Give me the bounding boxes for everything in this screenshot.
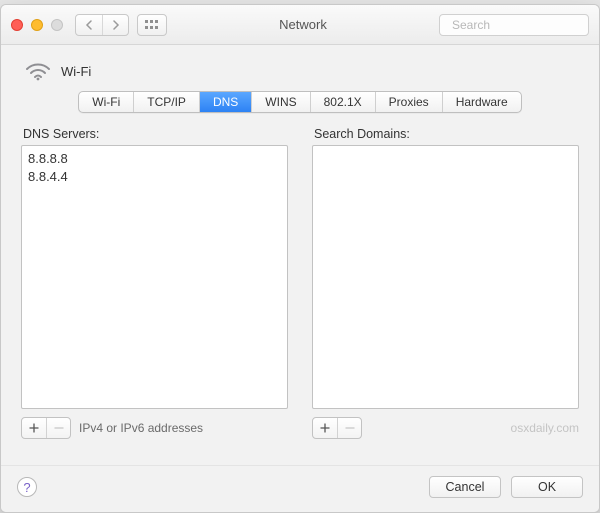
panels: DNS Servers: 8.8.8.88.8.4.4 IPv4 or IPv6… — [21, 127, 579, 439]
tab-wifi[interactable]: Wi-Fi — [79, 92, 134, 112]
sd-remove-button[interactable] — [337, 418, 361, 438]
tabbar: Wi-FiTCP/IPDNSWINS802.1XProxiesHardware — [21, 91, 579, 113]
help-button[interactable]: ? — [17, 477, 37, 497]
ok-button[interactable]: OK — [511, 476, 583, 498]
content: Wi-Fi Wi-FiTCP/IPDNSWINS802.1XProxiesHar… — [1, 45, 599, 453]
titlebar: Network — [1, 5, 599, 45]
tabs: Wi-FiTCP/IPDNSWINS802.1XProxiesHardware — [78, 91, 521, 113]
search-domains-panel: Search Domains: osxdaily.com — [312, 127, 579, 439]
tab-dns[interactable]: DNS — [200, 92, 252, 112]
sd-add-button[interactable] — [313, 418, 337, 438]
nav-forward-button[interactable] — [102, 15, 128, 35]
show-all-button[interactable] — [137, 14, 167, 36]
dns-remove-button[interactable] — [46, 418, 70, 438]
tab-proxies[interactable]: Proxies — [376, 92, 443, 112]
window-title: Network — [175, 17, 431, 32]
search-input[interactable] — [450, 17, 600, 33]
tab-8021x[interactable]: 802.1X — [311, 92, 376, 112]
dns-panel-footer: IPv4 or IPv6 addresses — [21, 417, 288, 439]
search-domains-list[interactable] — [312, 145, 579, 409]
minimize-icon[interactable] — [31, 19, 43, 31]
window-controls — [11, 19, 63, 31]
minus-icon — [345, 423, 355, 433]
minus-icon — [54, 423, 64, 433]
list-item[interactable]: 8.8.8.8 — [28, 150, 281, 168]
chevron-right-icon — [112, 20, 120, 30]
dns-add-remove — [21, 417, 71, 439]
dns-servers-panel: DNS Servers: 8.8.8.88.8.4.4 IPv4 or IPv6… — [21, 127, 288, 439]
plus-icon — [29, 423, 39, 433]
sd-add-remove — [312, 417, 362, 439]
tab-hardware[interactable]: Hardware — [443, 92, 521, 112]
nav-back-forward — [75, 14, 129, 36]
interface-header: Wi-Fi — [25, 61, 579, 81]
grid-icon — [145, 20, 159, 30]
plus-icon — [320, 423, 330, 433]
close-icon[interactable] — [11, 19, 23, 31]
maximize-icon — [51, 19, 63, 31]
chevron-left-icon — [85, 20, 93, 30]
search-domains-footer: osxdaily.com — [312, 417, 579, 439]
list-item[interactable]: 8.8.4.4 — [28, 168, 281, 186]
search-domains-label: Search Domains: — [312, 127, 579, 141]
dns-servers-label: DNS Servers: — [21, 127, 288, 141]
nav-back-button[interactable] — [76, 15, 102, 35]
dns-add-button[interactable] — [22, 418, 46, 438]
tab-tcpip[interactable]: TCP/IP — [134, 92, 200, 112]
dns-servers-list[interactable]: 8.8.8.88.8.4.4 — [21, 145, 288, 409]
dns-hint: IPv4 or IPv6 addresses — [79, 421, 203, 435]
interface-name: Wi-Fi — [61, 64, 91, 79]
wifi-icon — [25, 61, 51, 81]
search-field[interactable] — [439, 14, 589, 36]
help-icon: ? — [23, 480, 30, 495]
watermark-text: osxdaily.com — [511, 421, 579, 435]
footer: ? Cancel OK — [1, 465, 599, 512]
tab-wins[interactable]: WINS — [252, 92, 310, 112]
cancel-button[interactable]: Cancel — [429, 476, 501, 498]
preferences-window: Network Wi-Fi Wi-FiTCP/IPDNSWINS802.1XPr… — [0, 4, 600, 513]
